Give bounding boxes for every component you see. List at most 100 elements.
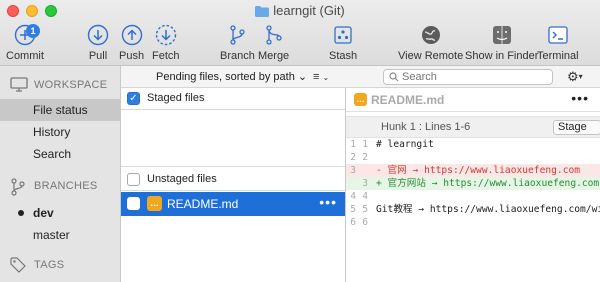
sidebar-item-history[interactable]: History [0,121,120,143]
branch-label: Branch [220,50,255,62]
diff-line: 1 1 # learngit [346,138,600,151]
fetch-label: Fetch [152,50,180,62]
new-line-number: 1 [362,139,368,150]
pull-button[interactable]: Pull [87,24,109,62]
diff-line: 6 6 [346,216,600,229]
staged-files-header: ✓ Staged files [121,88,345,110]
stash-icon [334,26,352,44]
terminal-icon [548,26,568,44]
file-name: README.md [167,197,239,211]
old-line-number: 1 [350,139,356,150]
chevron-down-icon: ▾ [578,72,583,81]
staged-files-checkbox[interactable]: ✓ [127,92,140,105]
view-remote-button[interactable]: View Remote [398,24,463,62]
monitor-icon [10,77,28,92]
terminal-button[interactable]: Terminal [537,24,579,62]
push-label: Push [119,50,145,62]
line-text: # learngit [376,139,434,150]
commit-count-badge: 1 [26,24,40,38]
folder-icon [255,5,270,20]
globe-icon [421,26,440,44]
pull-icon [87,24,109,46]
unstaged-files-list [121,216,345,282]
stash-label: Stash [329,50,358,62]
merge-icon [265,25,282,45]
toolbar: learngit (Git) Commit 1 Pull Push Fetch … [0,0,600,66]
settings-menu-button[interactable]: ⚙▾ [567,69,583,85]
gear-icon: ⚙ [567,69,579,84]
branch-button[interactable]: Branch [220,24,255,62]
staged-files-list [121,110,345,167]
hunk-header: Hunk 1 : Lines 1-6 Stage [346,116,600,138]
push-icon [121,24,142,46]
branch-dev-label: dev [33,206,54,220]
old-line-number: 6 [350,217,356,228]
file-list-header: Pending files, sorted by path ⌄ ≡ ⌄ [121,66,345,88]
file-stage-checkbox[interactable] [127,197,140,210]
old-line-number: 4 [350,191,356,202]
unstaged-files-label: Unstaged files [147,173,217,185]
old-line-number: 2 [350,152,356,163]
diff-line: 5 5 Git教程 → https://www.liaoxuefeng.com/… [346,203,600,216]
merge-button[interactable]: Merge [258,24,289,62]
unstaged-files-header: Unstaged files [121,169,345,191]
terminal-label: Terminal [537,50,579,62]
diff-actions-button[interactable]: ••• [571,90,589,106]
diff-line: 4 4 [346,190,600,203]
push-button[interactable]: Push [119,24,144,62]
show-in-finder-button[interactable]: Show in Finder [465,24,538,62]
sort-label: Pending files, sorted by path [156,71,295,83]
diff-line: 2 2 [346,151,600,164]
search-field[interactable] [383,69,553,85]
sidebar-item-search[interactable]: Search [0,143,120,165]
line-text: - 官网 → https://www.liaoxuefeng.com [376,165,581,176]
hunk-label: Hunk 1 : Lines 1-6 [381,121,471,133]
sidebar-item-branch-master[interactable]: master [0,224,120,246]
list-icon: ≡ [313,71,320,83]
line-text: Git教程 → https://www.liaoxuefeng.com/wiki [376,204,600,215]
stash-button[interactable]: Stash [329,24,357,62]
modified-file-icon: … [354,93,367,106]
tags-heading: TAGS [34,259,65,271]
diff-file-header: … README.md ••• [346,88,600,112]
fetch-button[interactable]: Fetch [152,24,180,62]
sidebar-item-branch-dev[interactable]: dev [0,202,120,224]
commit-label: Commit [6,50,44,62]
branches-heading: BRANCHES [34,180,98,192]
diff-file-name: README.md [371,93,445,107]
fetch-icon [155,24,176,46]
new-line-number: 2 [362,152,368,163]
view-remote-label: View Remote [398,50,464,62]
window-title-text: learngit (Git) [273,3,345,18]
unstaged-files-checkbox[interactable] [127,173,140,186]
modified-file-icon: … [147,196,162,211]
chevron-down-icon: ⌄ [297,71,308,83]
diff-code: 1 1 # learngit 2 2 3 - 官网 → https://www.… [346,138,600,229]
sidebar: WORKSPACE File status History Search BRA… [0,66,121,282]
new-line-number: 6 [362,217,368,228]
branch-icon [11,178,25,196]
view-options-button[interactable]: ≡ ⌄ [313,71,329,83]
merge-label: Merge [258,50,290,62]
diff-line-deleted: 3 - 官网 → https://www.liaoxuefeng.com [346,164,600,177]
old-line-number: 5 [350,204,356,215]
sort-dropdown[interactable]: Pending files, sorted by path ⌄ [156,70,307,83]
file-row-readme[interactable]: … README.md ••• [121,192,345,216]
branch-icon [230,25,246,45]
pull-label: Pull [88,50,108,62]
stage-hunk-button[interactable]: Stage [553,120,600,135]
current-branch-indicator [18,210,24,216]
staged-files-label: Staged files [147,92,205,104]
tag-icon [10,257,26,273]
old-line-number: 3 [350,165,356,176]
new-line-number: 5 [362,204,368,215]
sidebar-item-file-status[interactable]: File status [0,99,120,121]
search-input[interactable] [402,71,550,83]
search-icon [389,72,399,82]
file-actions-button[interactable]: ••• [319,194,337,210]
workspace-heading: WORKSPACE [34,79,108,91]
new-line-number: 4 [362,191,368,202]
chevron-down-icon: ⌄ [322,73,330,82]
diff-line-added: 3 + 官方网站 → https://www.liaoxuefeng.com [346,177,600,190]
window-title: learngit (Git) [0,3,600,20]
